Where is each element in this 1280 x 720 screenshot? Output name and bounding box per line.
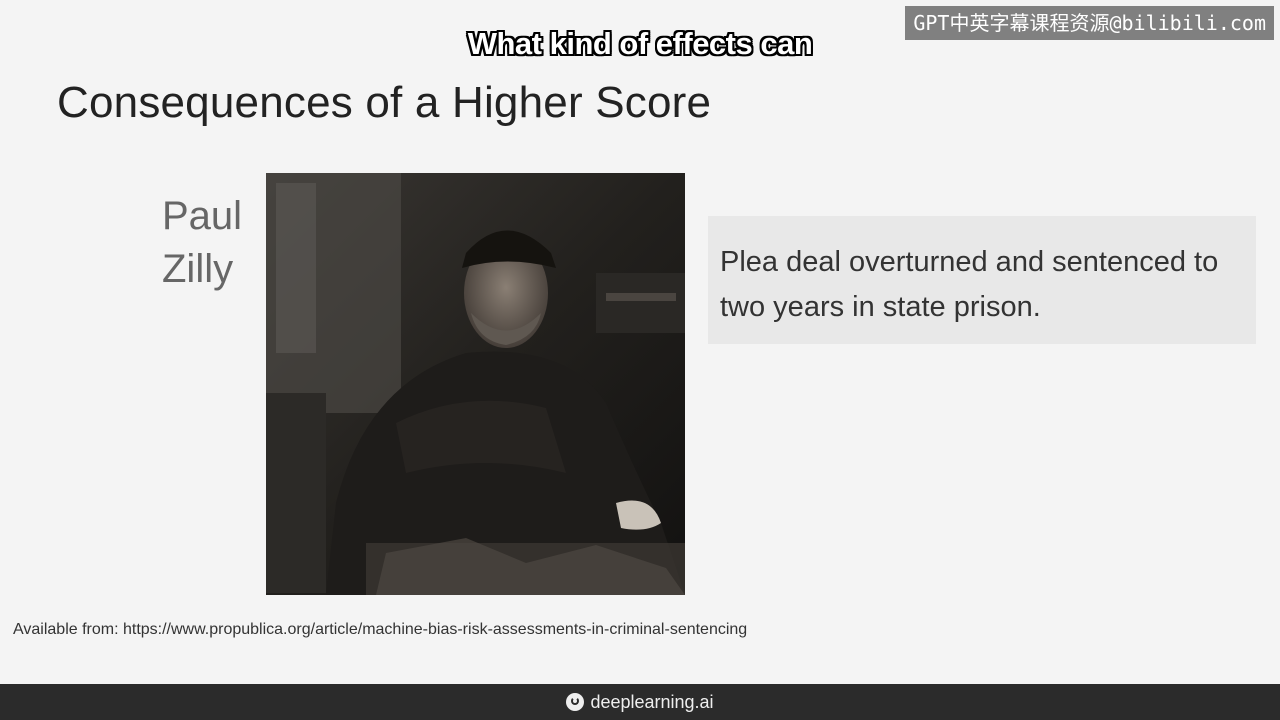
person-photo	[266, 173, 685, 595]
footer-brand: deeplearning.ai	[590, 691, 714, 712]
slide: Consequences of a Higher Score Paul Zill…	[0, 0, 1280, 684]
footer-bar: deeplearning.ai	[0, 684, 1280, 720]
person-first-name: Paul	[162, 194, 243, 238]
source-citation: Available from: https://www.propublica.o…	[13, 621, 748, 638]
person-last-name: Zilly	[162, 247, 234, 291]
watermark: GPT中英字幕课程资源@bilibili.com	[905, 6, 1274, 40]
person-name: Paul Zilly	[162, 190, 272, 296]
quote-box: Plea deal overturned and sentenced to tw…	[708, 216, 1256, 344]
deeplearning-logo-icon	[566, 693, 585, 711]
photo-illustration	[266, 173, 685, 595]
slide-title: Consequences of a Higher Score	[57, 78, 712, 127]
